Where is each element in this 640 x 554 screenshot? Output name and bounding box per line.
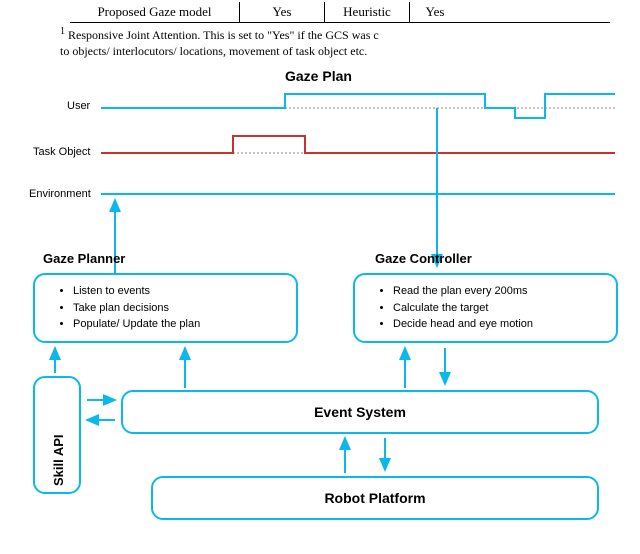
label-environment: Environment xyxy=(29,188,91,200)
label-user: User xyxy=(67,100,90,112)
gaze-plan-title: Gaze Plan xyxy=(285,68,352,84)
gaze-planner-box: Listen to events Take plan decisions Pop… xyxy=(33,273,298,343)
label-task-object: Task Object xyxy=(33,146,90,158)
cell-col3: Heuristic xyxy=(325,2,410,22)
planner-item: Take plan decisions xyxy=(73,300,284,317)
cell-model-name: Proposed Gaze model xyxy=(70,2,240,22)
table-fragment: Proposed Gaze model Yes Heuristic Yes xyxy=(0,0,640,23)
gaze-controller-box: Read the plan every 200ms Calculate the … xyxy=(353,273,618,343)
controller-item: Calculate the target xyxy=(393,300,604,317)
architecture-diagram: Gaze Plan User Task Object Environment xyxy=(5,68,635,548)
footnote-text-1: Responsive Joint Attention. This is set … xyxy=(65,28,379,42)
cell-col2: Yes xyxy=(240,2,325,22)
skill-api-label: Skill API xyxy=(51,434,66,486)
robot-platform-label: Robot Platform xyxy=(324,490,425,506)
robot-platform-box: Robot Platform xyxy=(151,476,599,520)
gaze-controller-label: Gaze Controller xyxy=(375,251,472,266)
table-footnote: 1 Responsive Joint Attention. This is se… xyxy=(0,23,640,59)
cell-col4: Yes xyxy=(410,2,460,22)
event-system-box: Event System xyxy=(121,390,599,434)
planner-item: Populate/ Update the plan xyxy=(73,316,284,333)
gaze-planner-label: Gaze Planner xyxy=(43,251,125,266)
controller-item: Read the plan every 200ms xyxy=(393,283,604,300)
planner-item: Listen to events xyxy=(73,283,284,300)
table-row: Proposed Gaze model Yes Heuristic Yes xyxy=(70,2,610,23)
controller-item: Decide head and eye motion xyxy=(393,316,604,333)
footnote-text-2: to objects/ interlocutors/ locations, mo… xyxy=(60,44,367,58)
event-system-label: Event System xyxy=(314,404,406,420)
